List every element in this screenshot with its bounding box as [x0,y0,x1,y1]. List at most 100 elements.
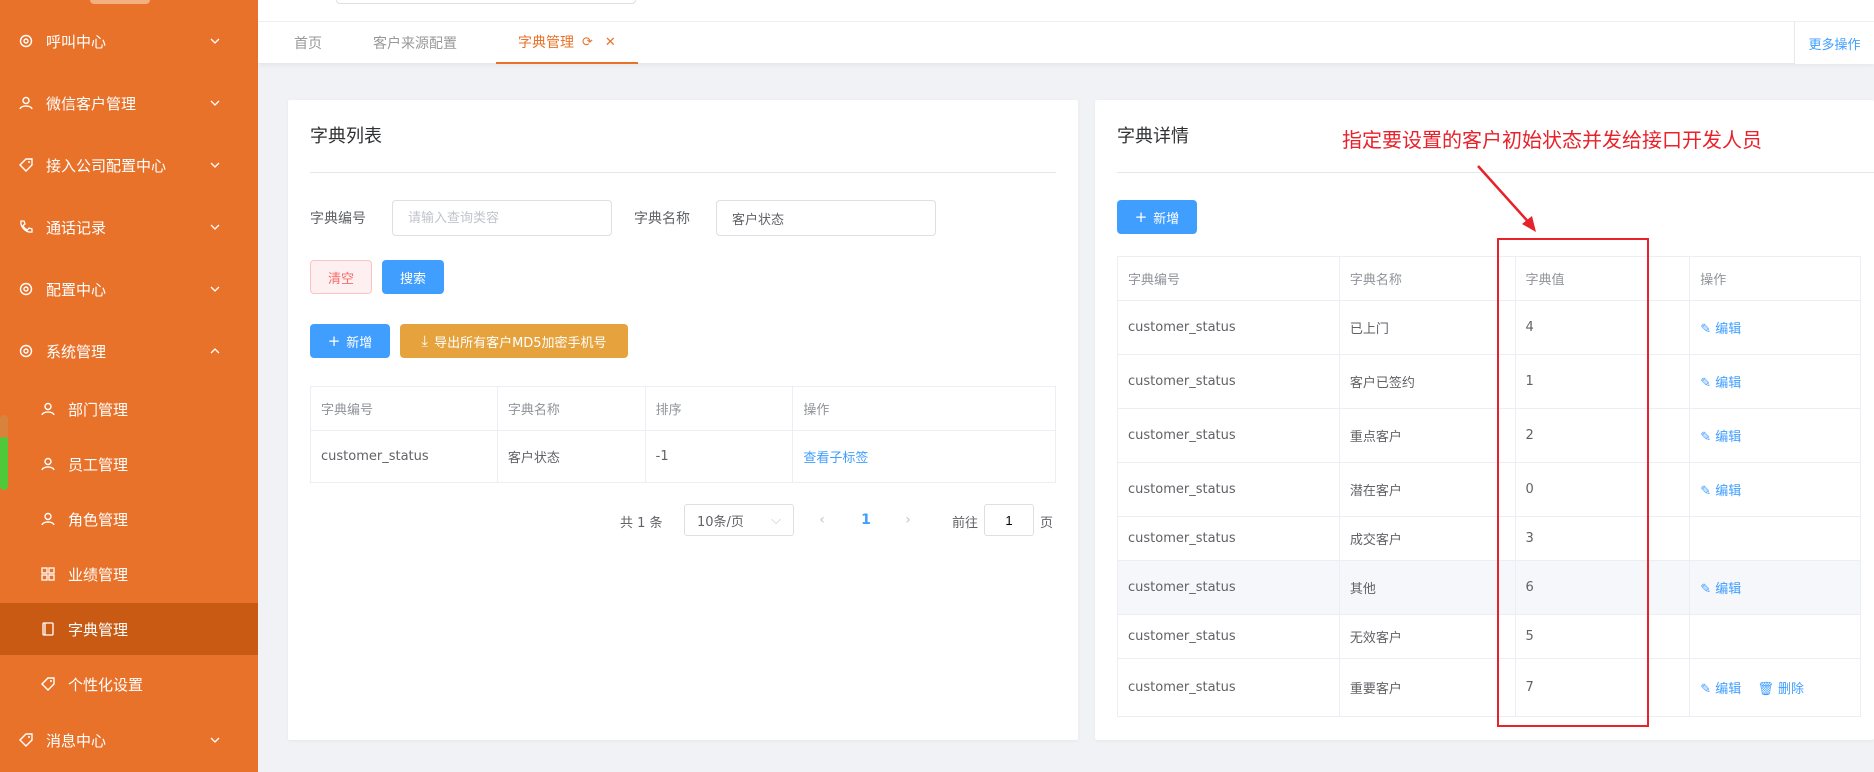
sidebar-item-label: 员工管理 [68,455,129,474]
dict-code-label: 字典编号 [310,211,366,227]
menu-label: 系统管理 [46,342,107,361]
menu-label: 消息中心 [46,731,107,750]
cell-code: customer_status [1117,408,1340,463]
edit-link[interactable]: 编辑 [1715,682,1741,697]
add-detail-button[interactable]: + 新增 [1117,200,1197,234]
cell-name: 其他 [1338,560,1516,615]
edit-link[interactable]: 编辑 [1715,582,1741,597]
gear-icon [16,279,36,299]
export-md5-button[interactable]: ⤓ 导出所有客户MD5加密手机号 [400,324,628,358]
tab-label: 首页 [294,36,322,52]
clear-label: 清空 [327,271,354,287]
view-subtags-link[interactable]: 查看子标签 [803,451,868,466]
table-row: customer_status 成交客户 3 [1117,516,1861,561]
add-label: 新增 [346,335,373,351]
export-label: 导出所有客户MD5加密手机号 [434,335,607,351]
dictionary-detail-table: 字典编号 字典名称 字典值 操作 customer_status 已上门 4 ✎… [1117,256,1861,717]
download-icon: ⤓ [421,332,429,350]
trash-icon[interactable]: 🗑 [1757,682,1778,697]
cell-name: 无效客户 [1338,614,1516,659]
sidebar: 呼叫中心 微信客户管理 接入公司配置中心 通话记录 配置中心 系统管理 部门管理… [0,0,258,772]
page-size-select[interactable]: 10条/页 ⌵ [684,504,794,536]
edit-icon[interactable]: ✎ [1700,376,1715,391]
page-suffix: 页 [1040,516,1054,531]
add-label: 新增 [1153,211,1180,227]
top-search-input[interactable] [336,0,636,4]
prev-page-button[interactable]: ‹ [810,504,834,536]
cell-code: customer_status [1117,560,1340,615]
tab-label: 客户来源配置 [373,36,457,52]
goto-page-input[interactable] [984,504,1034,536]
more-actions-label: 更多操作 [1808,37,1861,53]
sidebar-item-dictionary[interactable]: 字典管理 [0,603,258,655]
dictionary-list-card: 字典列表 字典编号 字典名称 清空 搜索 + 新增 ⤓ 导出所有客户MD5加密手机号… [288,100,1078,740]
menu-config-center[interactable]: 配置中心 [0,269,258,309]
goto-label: 前往 [952,516,979,531]
tab-home[interactable]: 首页 [294,22,322,64]
cell-name: 重点客户 [1338,408,1516,463]
page-number[interactable]: 1 [854,504,878,536]
menu-label: 配置中心 [46,280,107,299]
menu-call-center[interactable]: 呼叫中心 [0,21,258,61]
column-header: 字典名称 [1338,256,1516,301]
clear-button[interactable]: 清空 [310,260,372,294]
cell-name: 客户状态 [496,430,646,483]
page-size-value: 10条/页 [697,514,744,530]
table-row: customer_status 已上门 4 ✎ 编辑 [1117,300,1861,355]
highlight-box [1497,238,1649,727]
chevron-down-icon [210,38,220,44]
sidebar-item-departments[interactable]: 部门管理 [0,383,258,435]
sidebar-item-performance[interactable]: 业绩管理 [0,548,258,600]
edit-icon[interactable]: ✎ [1700,430,1715,445]
menu-label: 接入公司配置中心 [46,156,167,175]
close-icon[interactable]: ✕ [605,35,616,50]
delete-link[interactable]: 删除 [1778,682,1804,697]
column-header: 操作 [1689,256,1861,301]
tab-label: 字典管理 [518,35,574,51]
chevron-down-icon [210,737,220,743]
column-header: 操作 [792,386,1056,431]
menu-system-management[interactable]: 系统管理 [0,331,258,371]
edit-link[interactable]: 编辑 [1715,322,1741,337]
menu-company-config[interactable]: 接入公司配置中心 [0,145,258,185]
add-dictionary-button[interactable]: + 新增 [310,324,390,358]
gear-icon [16,31,36,51]
search-button[interactable]: 搜索 [382,260,444,294]
cell-code: customer_status [1117,462,1340,517]
dict-code-input[interactable] [392,200,612,236]
annotation-arrow [1477,165,1536,232]
dict-name-input[interactable] [716,200,936,236]
tab-customer-source[interactable]: 客户来源配置 [373,22,457,64]
menu-message-center[interactable]: 消息中心 [0,720,258,760]
chevron-up-icon [210,348,220,354]
sidebar-item-label: 业绩管理 [68,565,129,584]
refresh-icon[interactable]: ⟳ [582,35,593,50]
sidebar-item-employees[interactable]: 员工管理 [0,438,258,490]
edit-icon[interactable]: ✎ [1700,682,1715,697]
edit-link[interactable]: 编辑 [1715,430,1741,445]
more-actions-button[interactable]: 更多操作 [1794,22,1874,64]
edit-icon[interactable]: ✎ [1700,322,1715,337]
user-icon [38,399,58,419]
sidebar-item-roles[interactable]: 角色管理 [0,493,258,545]
table-row: customer_status 重要客户 7 ✎ 编辑 🗑 删除 [1117,658,1861,717]
tab-dictionary[interactable]: 字典管理 ⟳ ✕ [496,22,638,64]
pager-total: 共 1 条 [620,516,663,531]
next-page-button[interactable]: › [896,504,920,536]
menu-call-records[interactable]: 通话记录 [0,207,258,247]
cell-code: customer_status [1117,614,1340,659]
cell-name: 潜在客户 [1338,462,1516,517]
cell-name: 客户已签约 [1338,354,1516,409]
edit-icon[interactable]: ✎ [1700,582,1715,597]
edit-link[interactable]: 编辑 [1715,484,1741,499]
cell-name: 重要客户 [1338,658,1516,717]
phone-icon [16,217,36,237]
column-header: 字典名称 [496,386,646,431]
edit-link[interactable]: 编辑 [1715,376,1741,391]
menu-wechat-customers[interactable]: 微信客户管理 [0,83,258,123]
sidebar-item-personalization[interactable]: 个性化设置 [0,658,258,710]
edit-icon[interactable]: ✎ [1700,484,1715,499]
chevron-down-icon [210,286,220,292]
table-header-row: 字典编号 字典名称 排序 操作 [310,386,1056,431]
column-header: 字典编号 [1117,256,1340,301]
